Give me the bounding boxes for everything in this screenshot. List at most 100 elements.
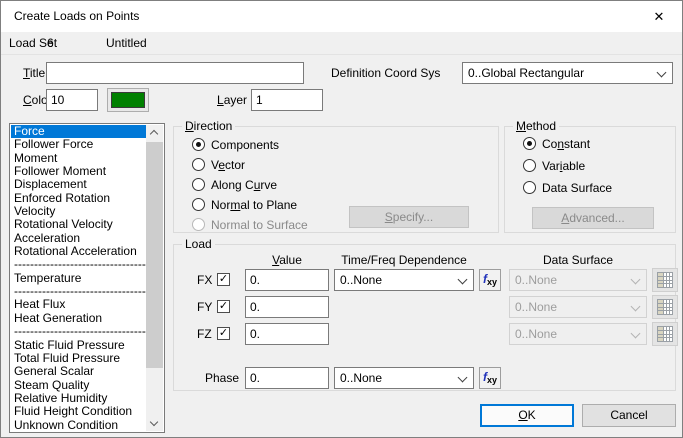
title-label: Title [23,64,45,82]
list-item[interactable]: Steam Quality [11,379,146,392]
method-group-title: Method [513,119,559,134]
fx-checkbox[interactable]: ✓ [217,273,230,286]
radio-icon [192,178,205,191]
chevron-down-icon [458,373,468,383]
fz-label: FZ [197,323,212,345]
radio-icon [523,159,536,172]
list-separator: --------------------------------- [11,258,146,271]
color-swatch [111,92,145,108]
table-grid-icon [657,299,673,315]
list-item[interactable]: Static Fluid Pressure [11,339,146,352]
table-grid-icon [657,326,673,342]
specify-button: Specify... [349,206,469,228]
phase-function-xy-button[interactable]: fxy [479,367,501,389]
chevron-down-icon [631,275,641,285]
fy-data-surface-value: 0..None [515,297,557,317]
load-type-list: Force Follower Force Moment Follower Mom… [11,125,146,432]
list-item[interactable]: Unknown Condition [11,419,146,432]
radio-icon [192,198,205,211]
fz-value-input[interactable] [245,323,329,345]
list-item[interactable]: Heat Flux [11,298,146,311]
cancel-button[interactable]: Cancel [582,404,676,427]
fy-data-surface-table-button [652,295,678,319]
scroll-up-icon[interactable] [146,125,163,141]
chevron-down-icon [631,329,641,339]
load-set-number: 6 [47,32,54,55]
load-type-listbox: Force Follower Force Moment Follower Mom… [9,123,165,433]
radio-label: Normal to Plane [211,196,297,214]
radio-label: Constant [542,135,590,153]
list-item[interactable]: Moment [11,152,146,165]
title-input[interactable] [46,62,304,84]
data-surface-header: Data Surface [543,252,613,268]
direction-group-title: Direction [182,119,235,134]
list-item[interactable]: Enforced Rotation [11,192,146,205]
phase-value-input[interactable] [245,367,329,389]
definition-coord-sys-label: Definition Coord Sys [331,64,440,82]
definition-coord-sys-value: 0..Global Rectangular [468,63,584,83]
radio-icon [523,181,536,194]
list-item[interactable]: Follower Force [11,138,146,151]
fx-data-surface-select: 0..None [509,269,647,291]
list-item[interactable]: Total Fluid Pressure [11,352,146,365]
list-item[interactable]: General Scalar [11,365,146,378]
time-freq-dependence-header: Time/Freq Dependence [341,252,467,268]
radio-label: Components [211,136,279,154]
listbox-scrollbar[interactable] [146,125,163,431]
list-item[interactable]: Rotational Velocity [11,218,146,231]
fx-function-xy-button[interactable]: fxy [479,269,501,291]
fx-data-surface-table-button [652,268,678,292]
list-item[interactable]: Acceleration [11,232,146,245]
color-swatch-button[interactable] [107,88,149,112]
list-item[interactable]: Relative Humidity [11,392,146,405]
load-group-title: Load [182,237,215,252]
create-loads-on-points-dialog: Create Loads on Points ✕ Load Set 6 Unti… [0,0,683,438]
fz-checkbox[interactable]: ✓ [217,327,230,340]
fy-data-surface-select: 0..None [509,296,647,318]
dialog-title: Create Loads on Points [14,1,139,32]
radio-label: Vector [211,156,245,174]
color-input[interactable] [46,89,98,111]
advanced-button: Advanced... [532,207,654,229]
fx-label: FX [197,269,212,291]
phase-tfd-select[interactable]: 0..None [334,367,474,389]
fx-tfd-select[interactable]: 0..None [334,269,474,291]
radio-label: Data Surface [542,179,612,197]
list-item[interactable]: Velocity [11,205,146,218]
phase-tfd-value: 0..None [340,368,382,388]
method-group: Method Constant Variable Data Surface Ad… [504,126,676,233]
direction-group: Direction Components Vector Along Curve … [173,126,499,233]
scrollbar-thumb[interactable] [146,142,163,368]
list-item[interactable]: Heat Generation [11,312,146,325]
load-set-name: Untitled [106,32,147,55]
fz-data-surface-value: 0..None [515,324,557,344]
ok-button[interactable]: OK [480,404,574,427]
radio-disabled-icon [192,218,205,231]
radio-icon [192,158,205,171]
list-item[interactable]: Temperature [11,272,146,285]
list-item[interactable]: Follower Moment [11,165,146,178]
list-item[interactable]: Displacement [11,178,146,191]
fy-label: FY [197,296,212,318]
fx-tfd-value: 0..None [340,270,382,290]
layer-input[interactable] [251,89,323,111]
fxy-sub: xy [487,375,497,385]
fy-value-input[interactable] [245,296,329,318]
list-item-selected[interactable]: Force [11,125,146,138]
phase-label: Phase [205,367,239,389]
radio-label: Variable [542,157,585,175]
list-item[interactable]: Rotational Acceleration [11,245,146,258]
list-item[interactable]: Fluid Height Condition [11,405,146,418]
fz-data-surface-table-button [652,322,678,346]
radio-label: Normal to Surface [211,216,308,234]
fx-value-input[interactable] [245,269,329,291]
chevron-down-icon [657,68,667,78]
chevron-down-icon [458,275,468,285]
radio-checked-icon [523,137,536,150]
close-icon[interactable]: ✕ [636,1,682,32]
fx-data-surface-value: 0..None [515,270,557,290]
scroll-down-icon[interactable] [146,415,163,431]
definition-coord-sys-select[interactable]: 0..Global Rectangular [462,62,673,84]
table-grid-icon [657,272,673,288]
fy-checkbox[interactable]: ✓ [217,300,230,313]
